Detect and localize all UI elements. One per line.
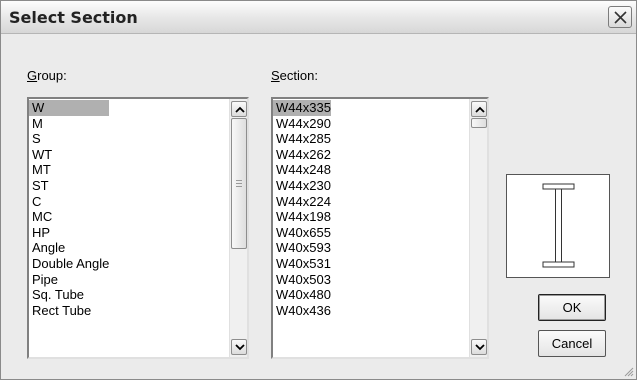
dialog-title: Select Section — [9, 8, 138, 27]
i-beam-icon — [542, 183, 575, 268]
group-list-item[interactable]: MC — [29, 209, 109, 225]
section-scroll-thumb[interactable] — [471, 118, 487, 128]
section-scroll-down-button[interactable] — [471, 339, 487, 355]
group-scroll-up-button[interactable] — [231, 101, 247, 117]
section-list-item[interactable]: W44x248 — [273, 162, 331, 178]
cancel-button[interactable]: Cancel — [538, 330, 606, 357]
section-list-item[interactable]: W44x290 — [273, 116, 331, 132]
title-bar: Select Section — [1, 1, 636, 34]
group-list: W M S WT MT ST C MC HP Angle Double Angle Pipe Sq. T… — [29, 100, 110, 319]
group-list-item[interactable]: W — [29, 100, 110, 116]
section-preview — [506, 174, 610, 278]
section-list-item[interactable]: W40x593 — [273, 240, 331, 256]
close-icon — [614, 11, 627, 24]
group-list-item[interactable]: M — [29, 116, 109, 132]
group-scroll-down-button[interactable] — [231, 339, 247, 355]
ok-button[interactable]: OK — [538, 294, 606, 321]
group-scrollbar[interactable] — [229, 99, 247, 357]
chevron-down-icon — [235, 344, 245, 351]
chevron-down-icon — [475, 344, 485, 351]
group-list-item[interactable]: S — [29, 131, 109, 147]
section-label: Section: — [271, 68, 318, 83]
group-label: Group: — [27, 68, 67, 83]
group-list-item[interactable]: HP — [29, 225, 109, 241]
section-list-item[interactable]: W40x503 — [273, 272, 331, 288]
section-list-item[interactable]: W40x436 — [273, 303, 331, 319]
group-list-item[interactable]: Rect Tube — [29, 303, 109, 319]
section-list-item[interactable]: W44x335 — [273, 100, 331, 116]
section-list-item[interactable]: W40x480 — [273, 287, 331, 303]
section-scrollbar[interactable] — [469, 99, 487, 357]
close-button[interactable] — [608, 6, 632, 28]
group-list-item[interactable]: Angle — [29, 240, 109, 256]
section-list-item[interactable]: W44x230 — [273, 178, 331, 194]
group-list-item[interactable]: Double Angle — [29, 256, 109, 272]
group-scroll-thumb[interactable] — [231, 118, 247, 249]
section-list-item[interactable]: W44x224 — [273, 194, 331, 210]
section-scroll-up-button[interactable] — [471, 101, 487, 117]
group-list-item[interactable]: MT — [29, 162, 109, 178]
group-list-item[interactable]: Sq. Tube — [29, 287, 109, 303]
group-list-item[interactable]: ST — [29, 178, 109, 194]
group-list-item[interactable]: Pipe — [29, 272, 109, 288]
section-list-item[interactable]: W44x285 — [273, 131, 331, 147]
chevron-up-icon — [475, 106, 485, 113]
section-list-item[interactable]: W40x531 — [273, 256, 331, 272]
section-list-item[interactable]: W44x262 — [273, 147, 331, 163]
section-list-item[interactable]: W44x198 — [273, 209, 331, 225]
section-list-item[interactable]: W40x655 — [273, 225, 331, 241]
group-list-item[interactable]: WT — [29, 147, 109, 163]
section-listbox[interactable]: W44x335 W44x290 W44x285 W44x262 W44x248 W44x2… — [271, 97, 489, 359]
select-section-dialog: Select Section Group: Section: W M S WT MT ST… — [0, 0, 637, 380]
group-list-item[interactable]: C — [29, 194, 109, 210]
resize-grip-icon[interactable] — [622, 365, 634, 377]
group-listbox[interactable]: W M S WT MT ST C MC HP Angle Double Angle Pipe Sq. T… — [27, 97, 249, 359]
chevron-up-icon — [235, 106, 245, 113]
section-list: W44x335 W44x290 W44x285 W44x262 W44x248 W44x2… — [273, 100, 331, 318]
